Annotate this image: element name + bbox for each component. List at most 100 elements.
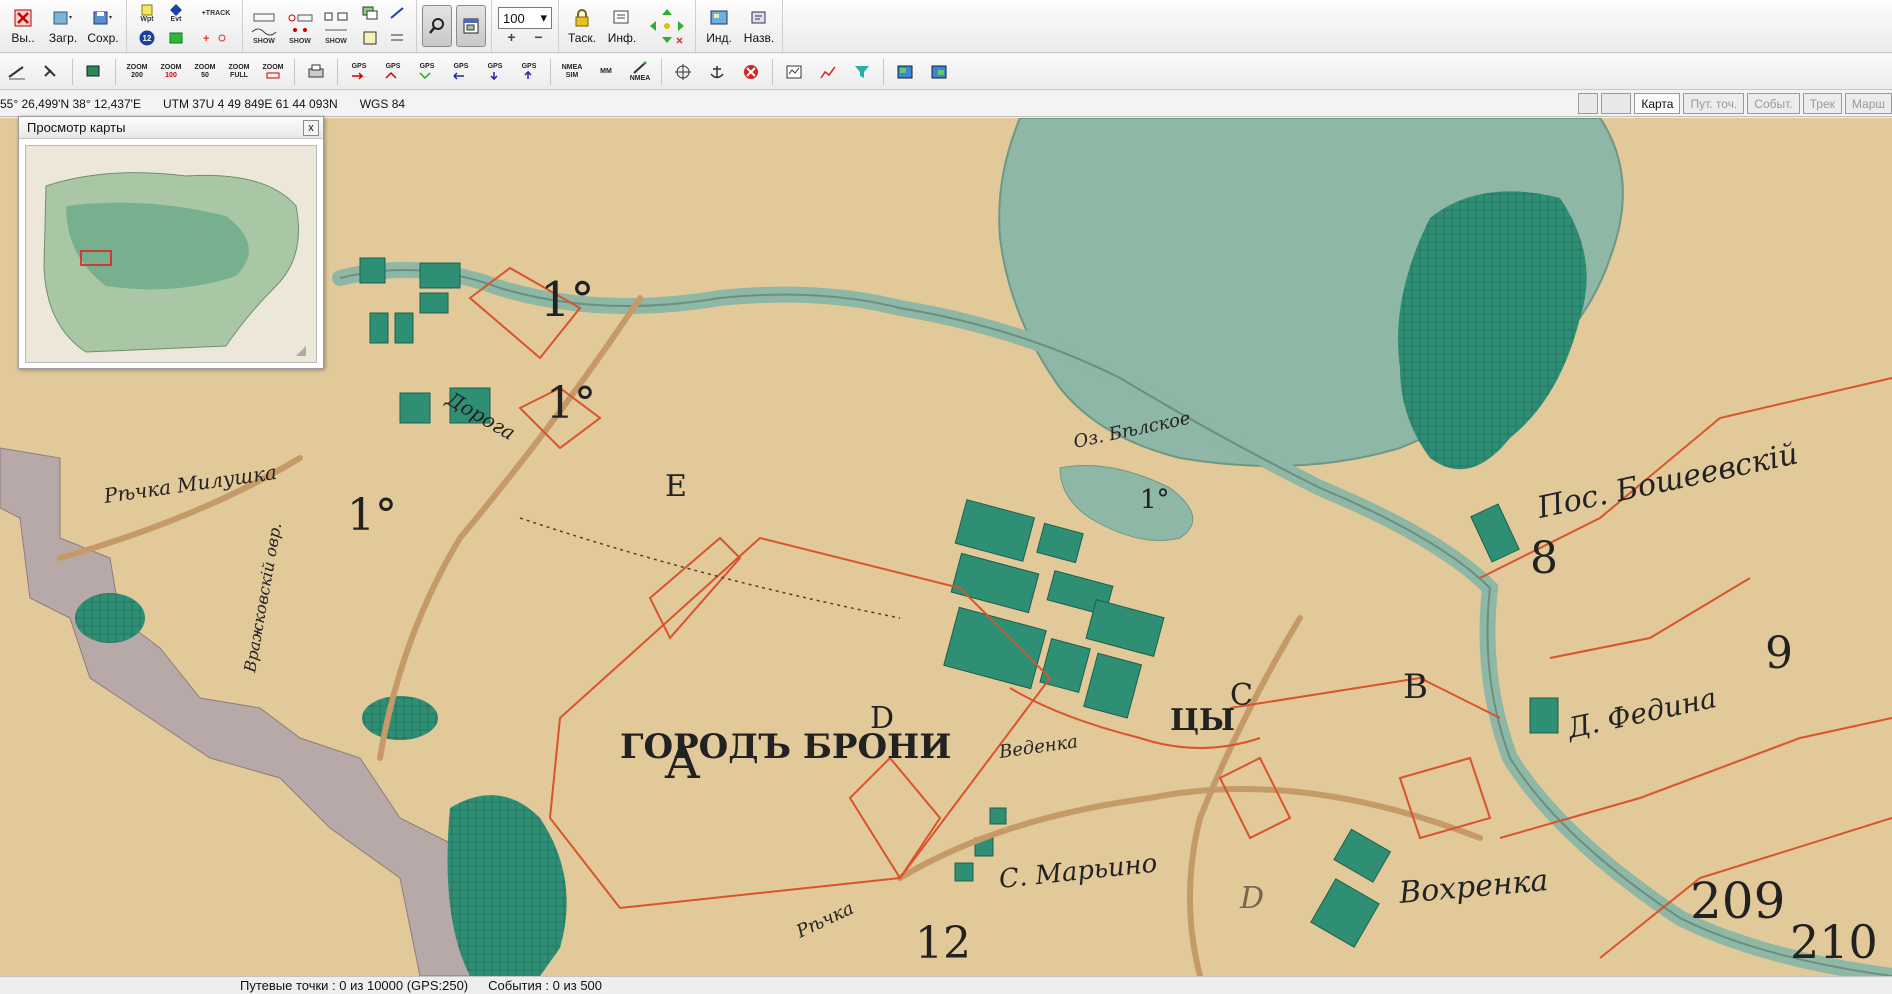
show-points-icon [288,14,313,32]
overview-title-bar[interactable]: Просмотр карты x [19,117,323,139]
names-button[interactable]: Назв. [739,0,779,52]
zoom-200-button[interactable]: ZOOM 200 [122,57,152,87]
exit-label: Вы.. [11,31,35,45]
overview-toggle[interactable] [456,5,486,47]
zoom-out-button[interactable]: − [534,29,542,45]
toolbar-group-misc: Инд. Назв. [696,0,783,52]
print-button[interactable] [301,57,331,87]
map-add-button[interactable] [890,57,920,87]
layers-icon [362,6,378,20]
overview-map-image [26,146,316,362]
tab-events[interactable]: Событ. [1747,93,1800,114]
waypoint-icon [141,4,153,15]
zoom-100-button[interactable]: ZOOM 100 [156,57,186,87]
tab-waypoints[interactable]: Пут. точ. [1683,93,1745,114]
nmea-sim-button[interactable]: NMEA SIM [557,57,587,87]
show-routes-button[interactable]: SHOW [318,0,354,52]
load-button[interactable]: Загр. [43,0,83,52]
parcel-number-1a: 1° [540,272,595,328]
pan-button[interactable] [642,0,692,52]
nmea-button[interactable]: NMEA [625,57,655,87]
gps-5-button[interactable]: GPS [480,57,510,87]
main-toolbar: Вы.. Загр. Сохр. Wpt Evt 12 +TRACK + SHO… [0,0,1892,53]
close-button[interactable]: x [303,120,319,136]
grid-icon [391,34,403,41]
center-button[interactable] [668,57,698,87]
toolbar-group-file: Вы.. Загр. Сохр. [0,0,127,52]
exit-button[interactable]: Вы.. [3,0,43,52]
overview-window-icon [463,18,479,34]
info-button[interactable]: Инф. [602,0,642,52]
map-link-button[interactable] [924,57,954,87]
map-select-button[interactable] [79,57,109,87]
svg-text:12: 12 [143,34,152,43]
save-small-button[interactable] [1601,93,1632,114]
gps-2-button[interactable]: GPS [378,57,408,87]
show-points-button[interactable]: SHOW [282,0,318,52]
grid-button[interactable] [384,26,410,50]
zoom-50-button[interactable]: ZOOM 50 [190,57,220,87]
overview-title: Просмотр карты [27,120,126,135]
add-track-button[interactable]: +TRACK [196,1,236,25]
svg-text:+: + [203,33,209,44]
ruler-button[interactable] [2,57,32,87]
parcel-letter-d: D [870,701,894,736]
gps-send-icon [352,72,364,80]
waypoint-button[interactable]: Wpt [133,1,161,25]
show-lines-button[interactable]: SHOW [246,0,282,52]
stop-button[interactable] [736,57,766,87]
measure-button[interactable] [36,57,66,87]
number-badge-icon: 12 [139,30,155,46]
legend-button[interactable] [357,26,383,50]
print-icon [308,64,324,77]
overview-thumbnail[interactable] [25,145,317,363]
zoom-full-button[interactable]: ZOOM FULL [224,57,254,87]
dropdown-arrow-icon: ▾ [540,10,547,25]
line-chart-icon [820,66,836,78]
zoom-frame-button[interactable]: ZOOM [258,57,288,87]
parcel-number-1d: 1° [1140,485,1170,515]
status-bar: Путевые точки : 0 из 10000 (GPS:250) Соб… [0,976,1892,994]
anchor-button[interactable] [702,57,732,87]
gps-6-button[interactable]: GPS [514,57,544,87]
zoom-in-button[interactable]: + [507,29,515,45]
gps-1-button[interactable]: GPS [344,57,374,87]
line-button[interactable] [384,1,410,25]
event-button[interactable]: Evt [162,1,190,25]
gps-track-icon [385,71,397,79]
parcel-number-1b: 1° [546,378,596,429]
print-small-button[interactable] [1578,93,1599,114]
gps-3-button[interactable]: GPS [412,57,442,87]
tab-track[interactable]: Трек [1802,93,1842,114]
overview-window[interactable]: Просмотр карты x [18,116,324,369]
names-icon [748,7,770,29]
magnifier-icon [429,18,444,34]
chart-button[interactable] [813,57,843,87]
badge-button[interactable]: 12 [133,26,161,50]
layers-button[interactable] [357,1,383,25]
save-button[interactable]: Сохр. [83,0,123,52]
coordinate-bar: 55° 26,499'N 38° 12,437'E UTM 37U 4 49 8… [0,91,1892,117]
zoom-select[interactable]: 100 ▾ [498,7,552,29]
tab-route[interactable]: Марш [1844,93,1892,114]
close-icon: x [308,121,314,134]
map-link-icon [931,65,947,78]
index-button[interactable]: Инд. [699,0,739,52]
profile-button[interactable] [779,57,809,87]
datum-readout: WGS 84 [359,96,406,111]
gps-4-button[interactable]: GPS [446,57,476,87]
save-label: Сохр. [87,31,119,45]
utm-readout: UTM 37U 4 49 849E 61 44 093N [162,96,338,111]
forest-west-small [75,593,145,643]
exit-icon [12,7,34,29]
toolbar-group-view [417,0,492,52]
tab-map[interactable]: Карта [1634,93,1681,114]
filter-button[interactable] [847,57,877,87]
area-button[interactable] [162,26,190,50]
lock-icon [571,7,593,29]
moving-map-button[interactable]: MM [591,57,621,87]
toolbar-group-tools: Таск. Инф. [559,0,696,52]
track-points-button[interactable]: + [196,26,236,50]
magnifier-toggle[interactable] [422,5,452,47]
drag-button[interactable]: Таск. [562,0,602,52]
